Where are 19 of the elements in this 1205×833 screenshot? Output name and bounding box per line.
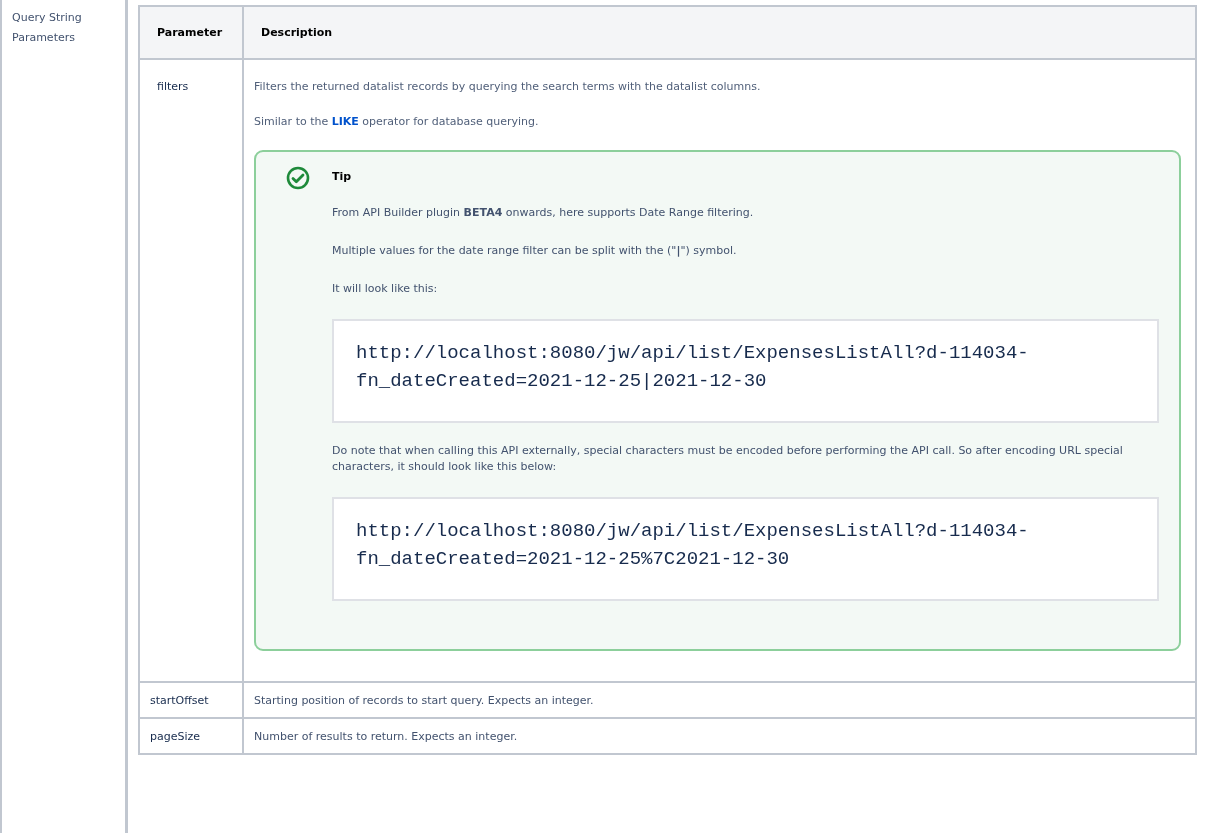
tip-text: Multiple values for the date range filter can be split with the ("|") symbol. [332, 243, 738, 259]
code-block: http://localhost:8080/jw/api/list/ExpensesListAll?d-114034-fn_dateCreated=2021-12-25|2021-12-30 [332, 319, 1159, 423]
column-header: Parameter [139, 6, 243, 59]
check-circle-icon [286, 166, 310, 190]
description-text: Filters the returned datalist records by querying the search terms with the datalist columns. [254, 80, 762, 93]
parameter-cell: filters [139, 59, 243, 682]
tip-title: Tip [332, 170, 353, 183]
description-text: Similar to the LIKE operator for database querying. [254, 115, 540, 128]
column-header: Description [243, 6, 1196, 59]
section-label: Query String Parameters [12, 10, 83, 46]
tip-text: It will look like this: [332, 281, 439, 297]
like-link[interactable]: LIKE [331, 115, 359, 128]
parameter-cell: pageSize [139, 718, 243, 754]
tip-text: Do note that when calling this API externally, special characters must be encoded before performing the API call. So after encoding URL special characters, it should look like this below: [332, 443, 1124, 475]
parameter-cell: startOffset [139, 682, 243, 718]
code-block: http://localhost:8080/jw/api/list/ExpensesListAll?d-114034-fn_dateCreated=2021-12-25%7C2021-12-30 [332, 497, 1159, 601]
description-cell: Starting position of records to start query. Expects an integer. [243, 682, 1196, 718]
description-cell: Number of results to return. Expects an integer. [243, 718, 1196, 754]
tip-text: From API Builder plugin BETA4 onwards, here supports Date Range filtering. [332, 205, 755, 221]
